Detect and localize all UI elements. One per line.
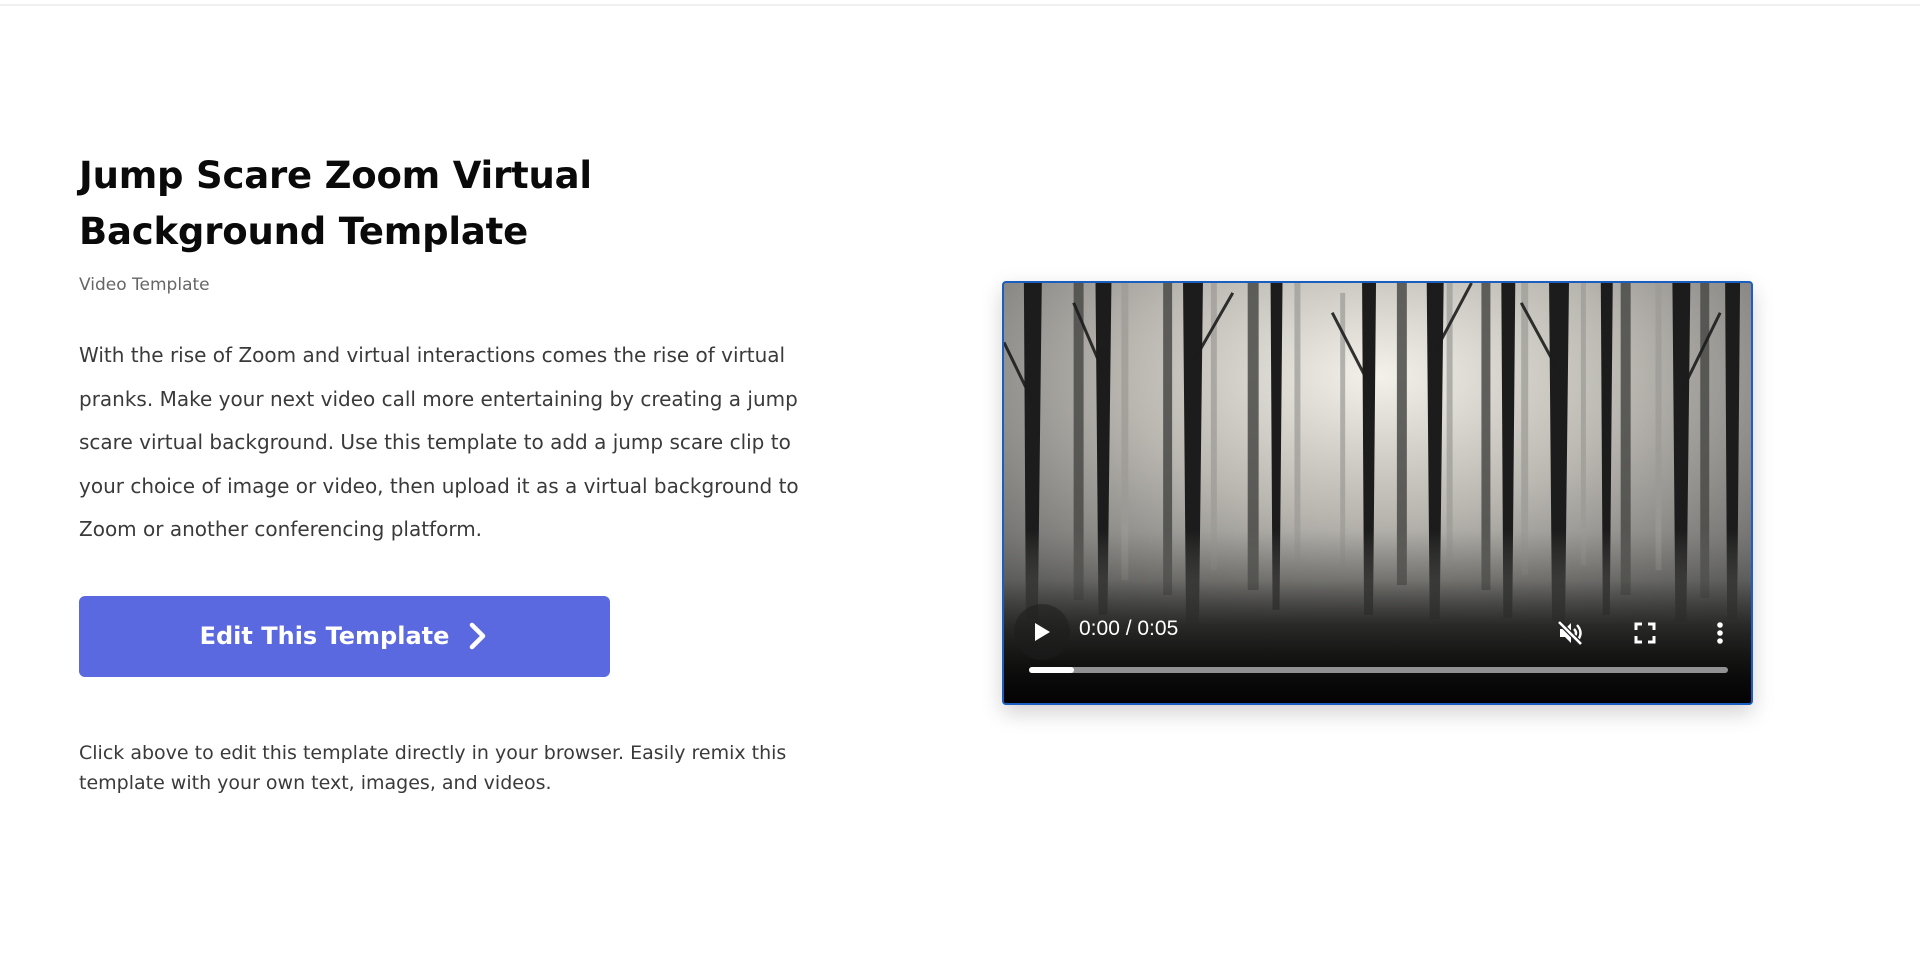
video-progress-fill (1029, 667, 1075, 673)
template-info: Jump Scare Zoom Virtual Background Templ… (79, 148, 799, 798)
top-divider (0, 4, 1920, 6)
video-time-readout: 0:00 / 0:05 (1079, 617, 1179, 640)
template-type-label: Video Template (79, 275, 210, 295)
edit-template-button-label: Edit This Template (199, 622, 450, 650)
edit-template-button[interactable]: Edit This Template (79, 595, 610, 677)
play-icon (1035, 623, 1050, 641)
helper-text: Click above to edit this template direct… (79, 741, 787, 794)
play-button[interactable] (1014, 604, 1070, 660)
video-player[interactable]: 0:00 / 0:05 (1002, 281, 1753, 705)
page-title: Jump Scare Zoom Virtual Background Templ… (79, 154, 592, 253)
more-options-icon[interactable] (1700, 613, 1740, 653)
video-progress-bar[interactable] (1029, 667, 1728, 673)
mute-icon[interactable] (1550, 613, 1590, 653)
fullscreen-icon[interactable] (1625, 613, 1665, 653)
chevron-right-icon (467, 622, 489, 650)
template-description: With the rise of Zoom and virtual intera… (79, 343, 799, 541)
